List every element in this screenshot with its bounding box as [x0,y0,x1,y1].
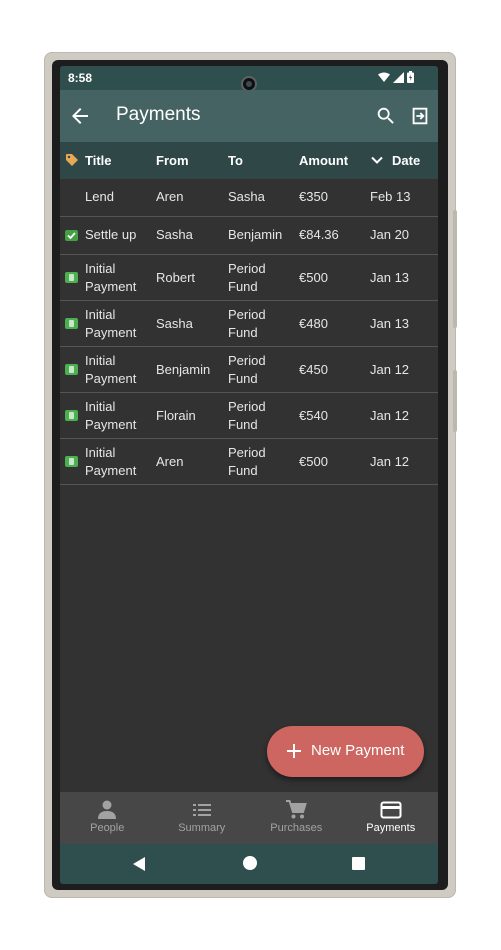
cell-to: Period Fund [228,353,266,386]
cell-title: Initial Payment [85,353,137,386]
column-header-date[interactable]: Date [392,153,420,168]
cash-icon [65,410,78,421]
nav-label: Purchases [270,822,323,834]
power-button [453,210,457,328]
chevron-down-icon[interactable] [370,153,384,167]
table-row[interactable]: Initial Payment Sasha Period Fund €480 J… [60,301,438,347]
cell-amount: €450 [299,362,328,377]
cell-amount: €350 [299,189,328,204]
cell-from: Robert [156,270,196,285]
column-header-amount[interactable]: Amount [299,153,348,168]
plus-icon [287,744,301,758]
table-header: Title From To Amount Date [60,142,438,179]
cell-amount: €500 [299,270,328,285]
column-header-to[interactable]: To [228,153,243,168]
check-icon [65,230,78,241]
cell-title: Initial Payment [85,399,137,432]
cell-amount: €84.36 [299,227,339,242]
status-time: 8:58 [68,71,93,85]
column-header-title[interactable]: Title [85,153,112,168]
nav-label: Summary [178,822,226,834]
table-row[interactable]: Lend Aren Sasha €350 Feb 13 [60,179,438,217]
table-row[interactable]: Initial Payment Benjamin Period Fund €45… [60,347,438,393]
cell-to: Period Fund [228,399,266,432]
cash-icon [65,364,78,375]
cash-icon [65,318,78,329]
system-recents-icon[interactable] [352,857,365,870]
logout-icon[interactable] [409,105,431,127]
cell-date: Jan 12 [370,362,410,377]
cell-from: Florain [156,408,196,423]
cell-from: Sasha [156,227,193,242]
page-title: Payments [116,104,201,125]
cell-to: Period Fund [228,445,266,478]
nav-item-summary[interactable]: Summary [155,792,250,844]
nav-label: Payments [366,822,416,834]
cell-to: Sasha [228,189,265,204]
status-bar: 8:58 [60,66,438,92]
new-payment-label: New Payment [311,742,405,759]
cell-to: Benjamin [228,227,283,242]
card-icon [380,801,401,819]
table-row[interactable]: Initial Payment Aren Period Fund €500 Ja… [60,439,438,485]
cash-icon [65,456,78,467]
cell-date: Jan 12 [370,454,410,469]
cell-from: Benjamin [156,362,211,377]
column-header-from[interactable]: From [156,153,189,168]
signal-icon [393,71,404,83]
cell-amount: €540 [299,408,328,423]
status-icons [378,71,414,83]
volume-button [453,370,457,432]
cell-amount: €500 [299,454,328,469]
nav-item-purchases[interactable]: Purchases [249,792,344,844]
cell-date: Jan 20 [370,227,410,242]
tag-icon [66,154,78,166]
payments-table: Lend Aren Sasha €350 Feb 13 Settle up Sa… [60,179,438,485]
system-nav-bar [60,844,438,884]
cell-from: Aren [156,189,184,204]
person-icon [98,800,116,819]
nav-item-people[interactable]: People [60,792,155,844]
app-bar: Payments [60,90,438,142]
wifi-icon [378,72,390,82]
cell-title: Initial Payment [85,445,137,478]
table-row[interactable]: Settle up Sasha Benjamin €84.36 Jan 20 [60,217,438,255]
screen: 8:58 Payments Title From To Amount Date … [60,66,438,884]
bottom-nav: People Summary Purchases Payments [60,792,438,844]
cell-title: Lend [85,189,114,204]
table-row[interactable]: Initial Payment Florain Period Fund €540… [60,393,438,439]
cell-to: Period Fund [228,307,266,340]
cash-icon [65,272,78,283]
nav-label: People [90,822,125,834]
cell-title: Settle up [85,227,137,242]
list-icon [192,804,211,816]
cell-title: Initial Payment [85,307,137,340]
cell-to: Period Fund [228,261,266,294]
battery-icon [407,71,414,83]
back-arrow-icon[interactable] [68,104,92,128]
new-payment-button[interactable]: New Payment [267,726,424,777]
cell-title: Initial Payment [85,261,137,294]
cell-from: Sasha [156,316,193,331]
cell-from: Aren [156,454,184,469]
cell-date: Jan 13 [370,270,410,285]
system-home-icon[interactable] [243,856,257,870]
system-back-icon[interactable] [132,856,146,872]
cell-amount: €480 [299,316,328,331]
cell-date: Feb 13 [370,189,411,204]
cell-date: Jan 13 [370,316,410,331]
nav-item-payments[interactable]: Payments [344,792,439,844]
cart-icon [286,800,307,819]
table-row[interactable]: Initial Payment Robert Period Fund €500 … [60,255,438,301]
cell-date: Jan 12 [370,408,410,423]
search-icon[interactable] [375,105,397,127]
